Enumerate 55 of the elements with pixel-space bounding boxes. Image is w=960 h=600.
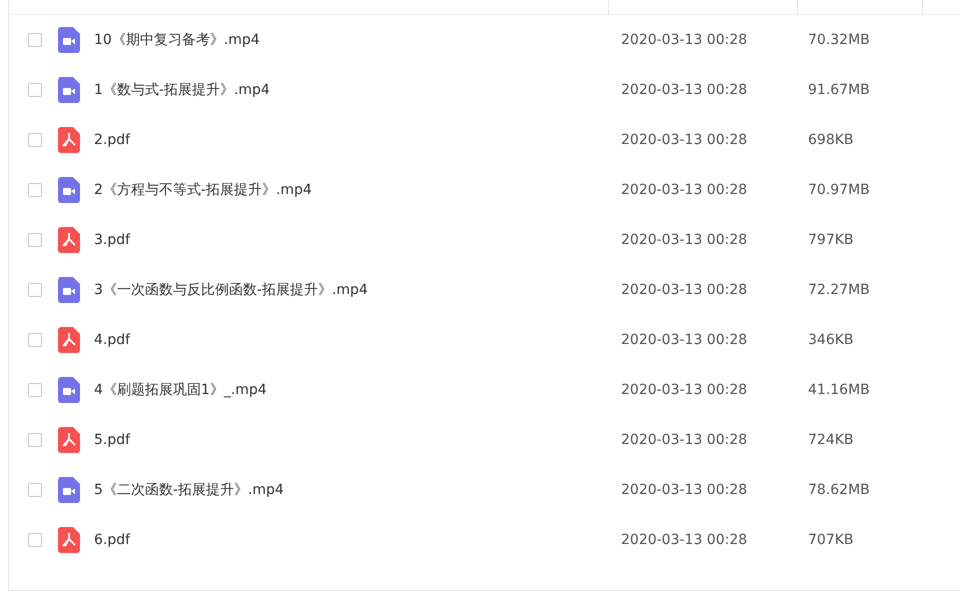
- file-size: 346KB: [808, 332, 854, 348]
- row-checkbox[interactable]: [28, 283, 42, 297]
- video-file-icon: [58, 77, 80, 103]
- modified-time: 2020-03-13 00:28: [621, 132, 748, 148]
- file-name[interactable]: 1《数与式-拓展提升》.mp4: [94, 81, 621, 99]
- row-checkbox[interactable]: [28, 333, 42, 347]
- modified-time: 2020-03-13 00:28: [621, 282, 748, 298]
- modified-time: 2020-03-13 00:28: [621, 432, 748, 448]
- file-name[interactable]: 5《二次函数-拓展提升》.mp4: [94, 481, 621, 499]
- row-checkbox[interactable]: [28, 533, 42, 547]
- file-name[interactable]: 3.pdf: [94, 232, 621, 248]
- modified-time: 2020-03-13 00:28: [621, 382, 748, 398]
- modified-time: 2020-03-13 00:28: [621, 232, 748, 248]
- row-checkbox[interactable]: [28, 33, 42, 47]
- file-name[interactable]: 2.pdf: [94, 132, 621, 148]
- row-checkbox[interactable]: [28, 133, 42, 147]
- file-name[interactable]: 6.pdf: [94, 532, 621, 548]
- modified-time: 2020-03-13 00:28: [621, 482, 748, 498]
- row-checkbox[interactable]: [28, 233, 42, 247]
- file-size: 41.16MB: [808, 382, 870, 398]
- file-size: 707KB: [808, 532, 854, 548]
- modified-time: 2020-03-13 00:28: [621, 182, 748, 198]
- file-name[interactable]: 4《刷题拓展巩固1》_.mp4: [94, 381, 621, 399]
- video-file-icon: [58, 277, 80, 303]
- pdf-file-icon: [58, 327, 80, 353]
- file-size: 797KB: [808, 232, 854, 248]
- row-checkbox[interactable]: [28, 433, 42, 447]
- file-size: 70.97MB: [808, 182, 870, 198]
- file-size: 698KB: [808, 132, 854, 148]
- video-file-icon: [58, 477, 80, 503]
- video-file-icon: [58, 377, 80, 403]
- file-name[interactable]: 10《期中复习备考》.mp4: [94, 31, 621, 49]
- modified-time: 2020-03-13 00:28: [621, 332, 748, 348]
- file-name[interactable]: 3《一次函数与反比例函数-拓展提升》.mp4: [94, 281, 621, 299]
- file-size: 70.32MB: [808, 32, 870, 48]
- pdf-file-icon: [58, 527, 80, 553]
- file-size: 91.67MB: [808, 82, 870, 98]
- file-name[interactable]: 5.pdf: [94, 432, 621, 448]
- row-checkbox[interactable]: [28, 483, 42, 497]
- row-checkbox[interactable]: [28, 183, 42, 197]
- file-name[interactable]: 2《方程与不等式-拓展提升》.mp4: [94, 181, 621, 199]
- video-file-icon: [58, 177, 80, 203]
- pdf-file-icon: [58, 227, 80, 253]
- file-size: 72.27MB: [808, 282, 870, 298]
- modified-time: 2020-03-13 00:28: [621, 532, 748, 548]
- modified-time: 2020-03-13 00:28: [621, 32, 748, 48]
- modified-time: 2020-03-13 00:28: [621, 82, 748, 98]
- video-file-icon: [58, 27, 80, 53]
- row-checkbox[interactable]: [28, 83, 42, 97]
- file-size: 724KB: [808, 432, 854, 448]
- row-checkbox[interactable]: [28, 383, 42, 397]
- file-size: 78.62MB: [808, 482, 870, 498]
- file-name[interactable]: 4.pdf: [94, 332, 621, 348]
- pdf-file-icon: [58, 427, 80, 453]
- pdf-file-icon: [58, 127, 80, 153]
